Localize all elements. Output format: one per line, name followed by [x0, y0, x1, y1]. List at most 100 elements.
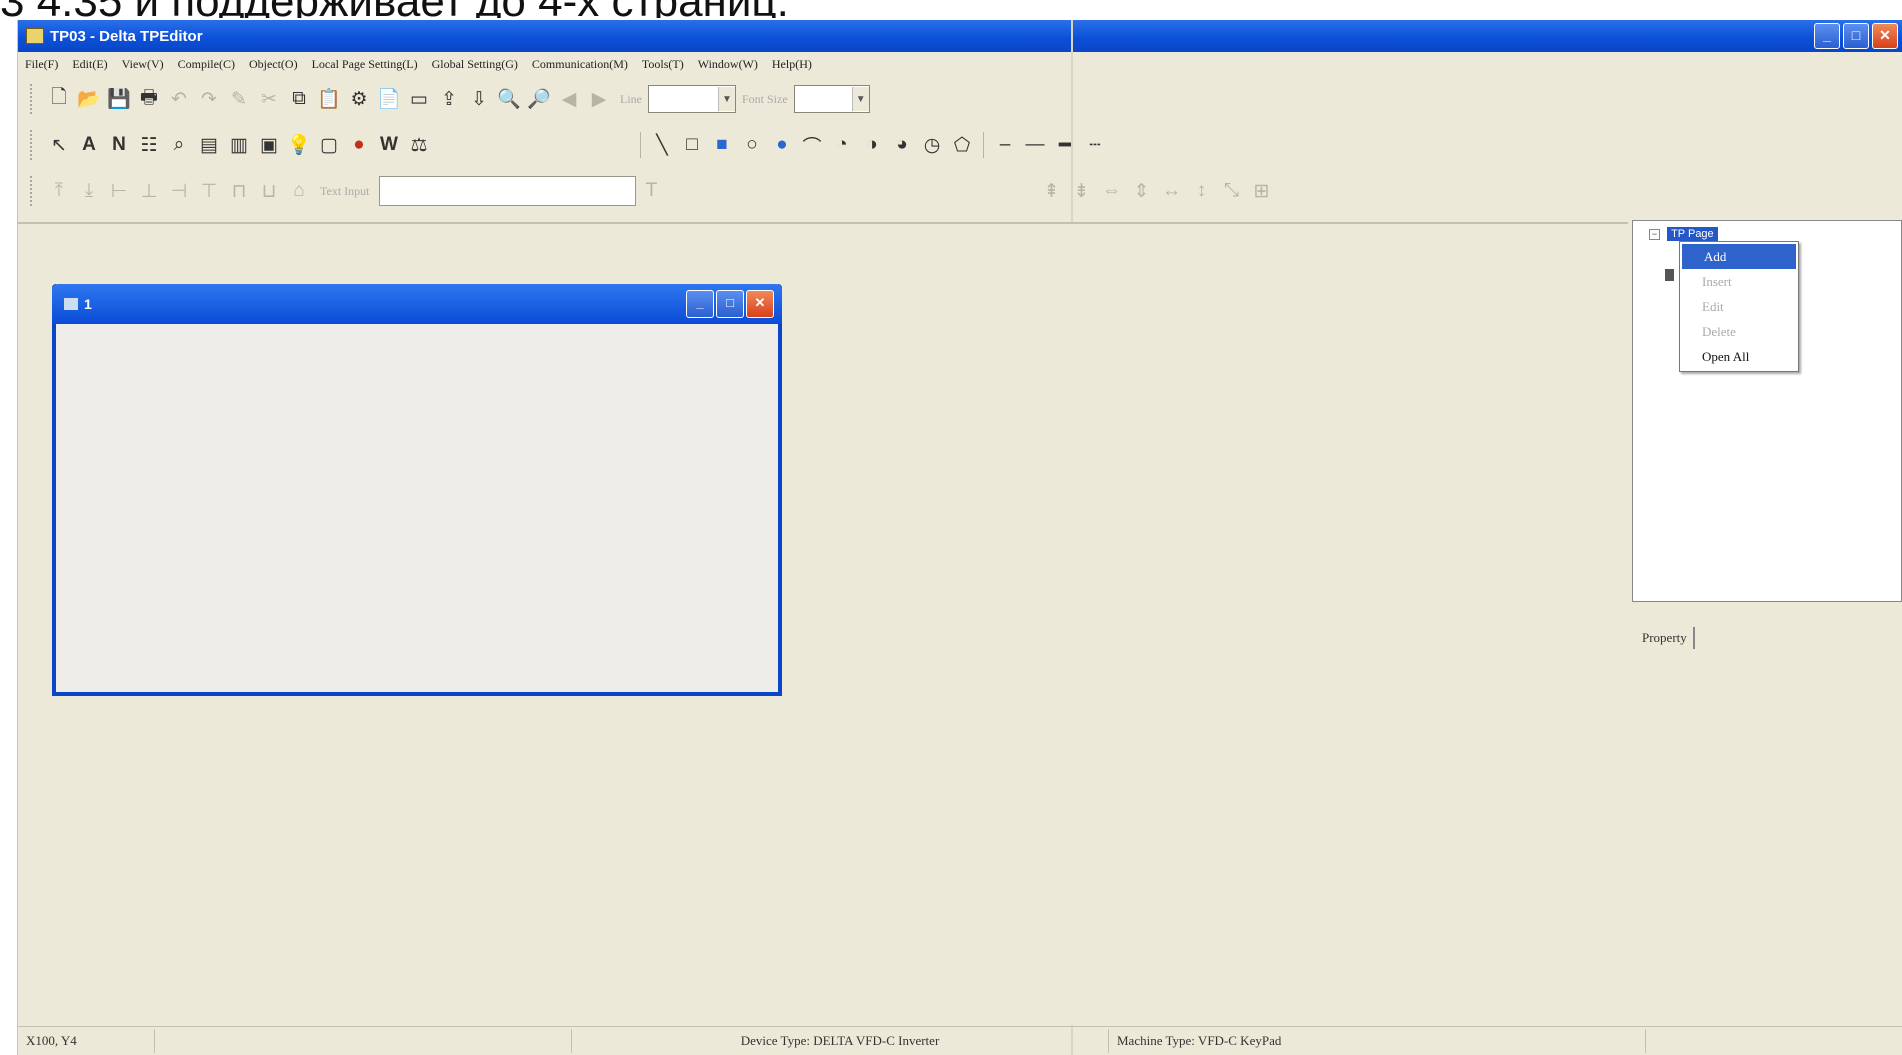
select-icon[interactable]: ↖	[44, 130, 74, 160]
word-icon[interactable]: W	[374, 130, 404, 160]
align-right-icon[interactable]: ⊣	[164, 176, 194, 206]
tree-root-label[interactable]: TP Page	[1667, 227, 1718, 241]
menu-file[interactable]: File(F)	[18, 57, 65, 72]
snap-icon[interactable]: ⊞	[1246, 176, 1276, 206]
line-combo[interactable]: ▼	[648, 85, 736, 113]
forward-icon[interactable]: ▶	[584, 84, 614, 114]
list-icon[interactable]: ▤	[194, 130, 224, 160]
document-icon[interactable]: 📄	[374, 84, 404, 114]
close-icon[interactable]: ✕	[746, 290, 774, 318]
zoom-out-icon[interactable]: 🔎	[524, 84, 554, 114]
meter-icon[interactable]: ⌕	[164, 130, 194, 160]
tree-child-icon[interactable]	[1665, 269, 1674, 281]
ellipse-icon[interactable]: ◷	[917, 130, 947, 160]
menu-object[interactable]: Object(O)	[242, 57, 305, 72]
menu-help[interactable]: Help(H)	[765, 57, 819, 72]
property-field[interactable]	[1692, 627, 1695, 649]
page-window-titlebar[interactable]: 1 _ □ ✕	[52, 284, 782, 324]
menu-communication[interactable]: Communication(M)	[525, 57, 635, 72]
context-menu-delete[interactable]: Delete	[1680, 319, 1798, 344]
bar-icon[interactable]: ☷	[134, 130, 164, 160]
maximize-icon[interactable]: □	[1843, 23, 1869, 49]
menu-edit[interactable]: Edit(E)	[65, 57, 114, 72]
open-folder-icon[interactable]: 📂	[74, 84, 104, 114]
toolbar-grip[interactable]	[30, 130, 36, 160]
menu-compile[interactable]: Compile(C)	[171, 57, 242, 72]
window-icon[interactable]: ▭	[404, 84, 434, 114]
maximize-icon[interactable]: □	[716, 290, 744, 318]
text-format-icon[interactable]: T	[636, 176, 666, 206]
thin-line-icon[interactable]: –	[990, 130, 1020, 160]
zoom-in-icon[interactable]: 🔍	[494, 84, 524, 114]
align-middle-icon[interactable]: ⊓	[224, 176, 254, 206]
pie-icon[interactable]: ◔	[827, 130, 857, 160]
move-up-icon[interactable]: ⤒	[44, 176, 74, 206]
context-menu-open-all[interactable]: Open All	[1680, 344, 1798, 369]
dash-line-icon[interactable]: ┄	[1080, 130, 1110, 160]
lamp-icon[interactable]: 💡	[284, 130, 314, 160]
new-file-icon[interactable]: 🗋	[44, 84, 74, 114]
chord-icon[interactable]: ◑	[857, 130, 887, 160]
line-tool-icon[interactable]: ╲	[647, 130, 677, 160]
rectangle-icon[interactable]: □	[677, 130, 707, 160]
print-icon[interactable]: 🖶	[134, 84, 164, 114]
menu-view[interactable]: View(V)	[115, 57, 171, 72]
medium-line-icon[interactable]: —	[1020, 130, 1050, 160]
align-center-icon[interactable]: ⊥	[134, 176, 164, 206]
copy-icon[interactable]: ⧉	[284, 84, 314, 114]
move-down-icon[interactable]: ⤓	[74, 176, 104, 206]
menu-tools[interactable]: Tools(T)	[635, 57, 691, 72]
same-height-icon[interactable]: ↕	[1186, 176, 1216, 206]
indicator-icon[interactable]: ●	[344, 130, 374, 160]
button-icon[interactable]: ▣	[254, 130, 284, 160]
undo-icon[interactable]: ↶	[164, 84, 194, 114]
text-input-field[interactable]	[379, 176, 637, 206]
distribute-h-icon[interactable]: ⇔	[1096, 176, 1126, 206]
order-front-icon[interactable]: ⇞	[1036, 176, 1066, 206]
close-icon[interactable]: ✕	[1872, 23, 1898, 49]
compile-icon[interactable]: ⚙	[344, 84, 374, 114]
chevron-down-icon[interactable]: ▼	[718, 87, 735, 111]
design-workspace[interactable]: 1 _ □ ✕	[18, 222, 1628, 1025]
back-icon[interactable]: ◀	[554, 84, 584, 114]
chevron-down-icon[interactable]: ▼	[851, 87, 869, 111]
same-size-icon[interactable]: ⤡	[1216, 176, 1246, 206]
menu-window[interactable]: Window(W)	[691, 57, 765, 72]
menu-global-setting[interactable]: Global Setting(G)	[425, 57, 525, 72]
switch-icon[interactable]: ▢	[314, 130, 344, 160]
menu-local-page-setting[interactable]: Local Page Setting(L)	[305, 57, 425, 72]
filled-circle-icon[interactable]: ●	[767, 130, 797, 160]
font-size-combo[interactable]: ▼	[793, 85, 870, 113]
align-top-icon[interactable]: ⊤	[194, 176, 224, 206]
circle-icon[interactable]: ○	[737, 130, 767, 160]
arc-icon[interactable]: ⌒	[797, 130, 827, 160]
upload-icon[interactable]: ⇪	[434, 84, 464, 114]
page-tree[interactable]: − TP Page Add Insert Edit Delete Open Al…	[1632, 220, 1902, 602]
toolbar-grip[interactable]	[30, 84, 36, 114]
scale-icon[interactable]: ⚖	[404, 130, 434, 160]
same-width-icon[interactable]: ↔	[1156, 176, 1186, 206]
filled-rectangle-icon[interactable]: ■	[707, 130, 737, 160]
redo-icon[interactable]: ↷	[194, 84, 224, 114]
context-menu-add[interactable]: Add	[1682, 244, 1796, 269]
align-left-icon[interactable]: ⊢	[104, 176, 134, 206]
download-icon[interactable]: ⇩	[464, 84, 494, 114]
align-bottom-icon[interactable]: ⊔	[254, 176, 284, 206]
pen-icon[interactable]: ✎	[224, 84, 254, 114]
thick-line-icon[interactable]: ━	[1050, 130, 1080, 160]
paste-icon[interactable]: 📋	[314, 84, 344, 114]
context-menu-edit[interactable]: Edit	[1680, 294, 1798, 319]
expand-icon[interactable]: −	[1649, 229, 1660, 240]
graph-icon[interactable]: ▥	[224, 130, 254, 160]
toolbar-grip[interactable]	[30, 176, 36, 206]
tree-root[interactable]: − TP Page	[1649, 227, 1718, 241]
sector-icon[interactable]: ◕	[887, 130, 917, 160]
group-icon[interactable]: ⌂	[284, 176, 314, 206]
cut-icon[interactable]: ✂	[254, 84, 284, 114]
minimize-icon[interactable]: _	[686, 290, 714, 318]
save-icon[interactable]: 💾	[104, 84, 134, 114]
page-window[interactable]: 1 _ □ ✕	[52, 284, 782, 696]
numeric-icon[interactable]: N	[104, 130, 134, 160]
distribute-v-icon[interactable]: ⇕	[1126, 176, 1156, 206]
minimize-icon[interactable]: _	[1814, 23, 1840, 49]
